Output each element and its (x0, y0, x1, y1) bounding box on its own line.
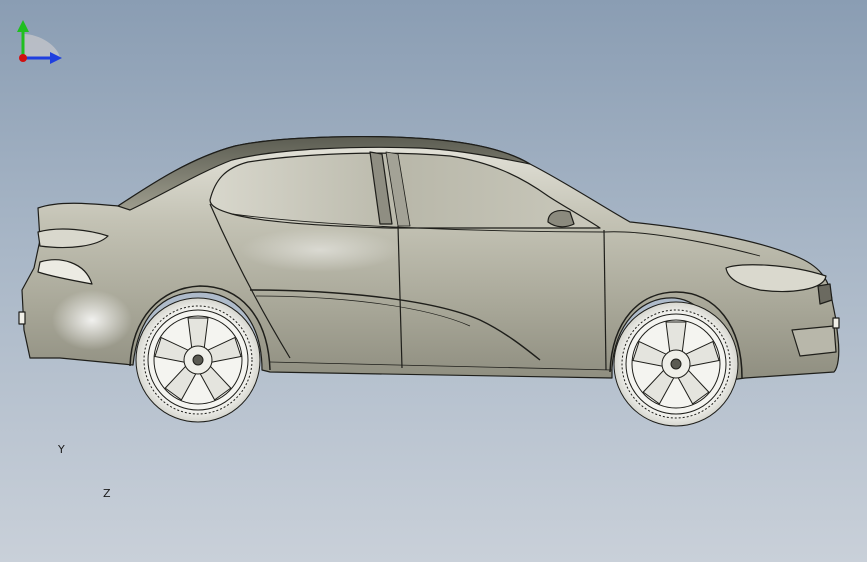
car-model[interactable] (0, 0, 867, 562)
front-wheel (613, 301, 739, 427)
side-mirror (547, 209, 575, 228)
x-axis-dot-icon (19, 54, 27, 62)
grille (817, 283, 833, 305)
y-axis-arrow-icon (17, 20, 29, 32)
z-axis-label: Z (103, 487, 111, 500)
y-axis-label: Y (58, 443, 65, 456)
cad-viewport[interactable]: Y Z (0, 0, 867, 562)
rear-wheel (135, 297, 261, 423)
axis-triad[interactable] (0, 0, 80, 70)
